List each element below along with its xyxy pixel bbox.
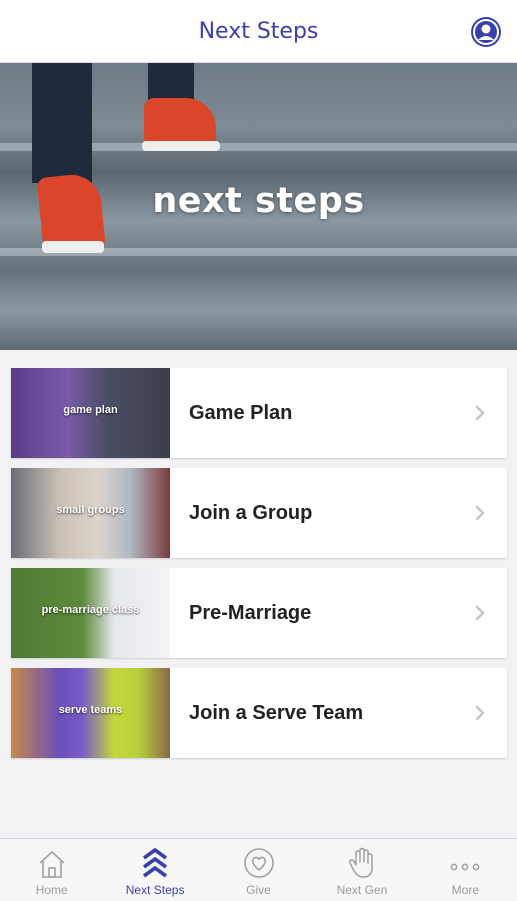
chevron-right-icon	[475, 605, 485, 621]
chevron-right-icon	[475, 705, 485, 721]
list-item-title: Join a Group	[189, 501, 313, 524]
chevron-right-icon	[475, 505, 485, 521]
thumbnail-label: small groups	[56, 504, 125, 516]
next-steps-list: game plan Game Plan small groups Join a …	[11, 368, 507, 768]
red-sneaker	[144, 98, 216, 144]
sneaker-sole	[142, 141, 220, 151]
pre-marriage-thumbnail: pre-marriage class	[11, 568, 170, 658]
sneaker-sole	[42, 241, 104, 253]
small-groups-thumbnail: small groups	[11, 468, 170, 558]
list-item-title: Game Plan	[189, 401, 293, 424]
list-item-pre-marriage[interactable]: pre-marriage class Pre-Marriage	[11, 568, 507, 658]
thumbnail-label: pre-marriage class	[41, 604, 140, 616]
tab-label: Home	[35, 883, 68, 897]
page-title: Next Steps	[198, 18, 319, 44]
bottom-tab-bar: Home Next Steps Give Next Gen More	[0, 838, 517, 901]
tab-label: Next Steps	[125, 883, 185, 897]
leg-shape	[32, 63, 92, 183]
tab-give[interactable]: Give	[207, 839, 310, 901]
tab-label: Give	[246, 883, 271, 897]
tab-home[interactable]: Home	[0, 839, 103, 901]
list-item-title: Join a Serve Team	[189, 701, 364, 724]
tab-label: Next Gen	[336, 883, 388, 897]
tab-next-gen[interactable]: Next Gen	[310, 839, 413, 901]
profile-icon[interactable]	[471, 17, 501, 47]
list-item-game-plan[interactable]: game plan Game Plan	[11, 368, 507, 458]
hero-title: next steps	[152, 181, 365, 221]
list-item-join-a-group[interactable]: small groups Join a Group	[11, 468, 507, 558]
home-icon	[39, 851, 65, 878]
stairs-chevrons-icon	[143, 848, 168, 878]
serve-teams-thumbnail: serve teams	[11, 668, 170, 758]
game-plan-thumbnail: game plan	[11, 368, 170, 458]
list-item-join-a-serve-team[interactable]: serve teams Join a Serve Team	[11, 668, 507, 758]
tab-more[interactable]: More	[414, 839, 517, 901]
chevron-right-icon	[475, 405, 485, 421]
leg-shape	[148, 63, 194, 103]
tab-label: More	[451, 883, 479, 897]
more-dots-icon	[450, 863, 480, 871]
thumbnail-label: serve teams	[58, 704, 123, 716]
tab-next-steps[interactable]: Next Steps	[103, 839, 206, 901]
list-item-title: Pre-Marriage	[189, 601, 312, 624]
heart-coin-icon	[243, 848, 274, 878]
top-nav-bar: Next Steps	[0, 0, 517, 63]
hand-icon	[348, 847, 373, 878]
thumbnail-label: game plan	[63, 404, 118, 416]
hero-banner-image: next steps	[0, 63, 517, 350]
